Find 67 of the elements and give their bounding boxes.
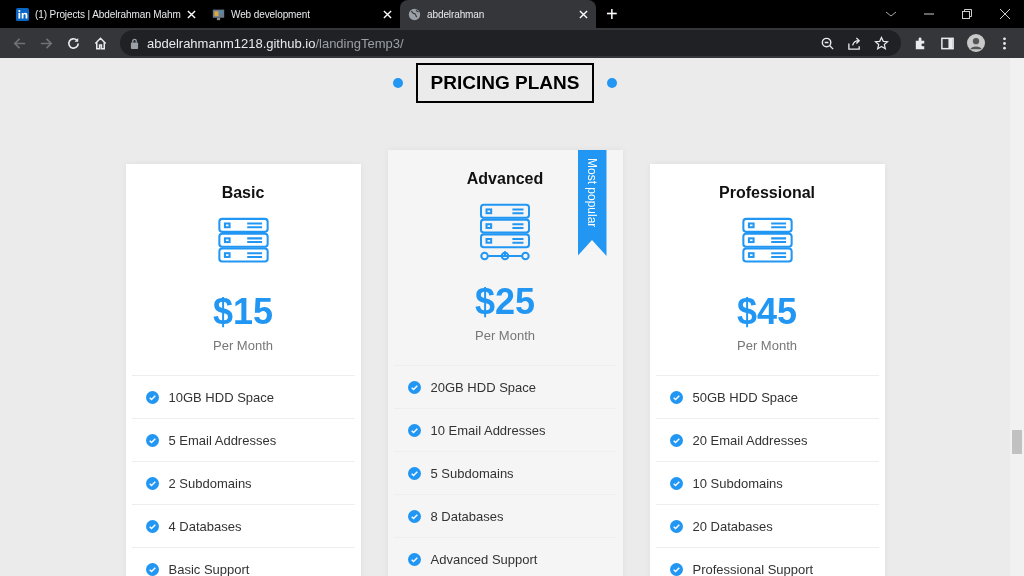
- plan-feature: 8 Databases: [430, 508, 504, 524]
- server-icon: [479, 203, 531, 251]
- plan-feature: Advanced Support: [430, 551, 538, 567]
- browser-tab[interactable]: Web development: [204, 0, 400, 28]
- plan-feature: 50GB HDD Space: [692, 389, 798, 405]
- lock-icon: [130, 37, 139, 49]
- check-icon: [407, 552, 421, 566]
- tab-title: Web development: [231, 8, 311, 20]
- check-icon: [669, 519, 683, 533]
- tab-title: (1) Projects | Abdelrahman Mahm: [35, 8, 181, 20]
- new-tab-button[interactable]: +: [606, 4, 618, 24]
- linkedin-icon: [16, 7, 29, 21]
- check-icon: [145, 519, 159, 533]
- plan-feature: 2 Subdomains: [168, 475, 252, 491]
- check-icon: [407, 380, 421, 394]
- plan-name: Basic: [221, 184, 265, 203]
- plan-feature: 20 Databases: [692, 518, 773, 534]
- home-icon[interactable]: [93, 35, 108, 51]
- scrollbar-thumb[interactable]: [1012, 430, 1022, 454]
- check-icon: [145, 433, 159, 447]
- plan-price: $15: [212, 291, 274, 333]
- plan-feature: Basic Support: [168, 561, 250, 576]
- address-bar[interactable]: abdelrahmanm1218.github.io/landingTemp3/: [120, 30, 901, 56]
- check-icon: [669, 433, 683, 447]
- plan-name: Professional: [719, 184, 815, 203]
- plan-feature: 5 Subdomains: [430, 465, 514, 481]
- check-icon: [407, 466, 421, 480]
- section-title: PRICING PLANS: [415, 63, 595, 103]
- plan-feature: Professional Support: [692, 561, 814, 576]
- browser-tab[interactable]: (1) Projects | Abdelrahman Mahm: [8, 0, 204, 28]
- check-icon: [145, 476, 159, 490]
- check-icon: [407, 423, 421, 437]
- plan-price: $45: [736, 291, 798, 333]
- side-panel-icon[interactable]: [940, 35, 955, 51]
- heading-dot: [392, 78, 403, 88]
- browser-tab[interactable]: abdelrahman: [400, 0, 596, 28]
- share-icon[interactable]: [847, 35, 862, 51]
- plan-feature: 20GB HDD Space: [430, 379, 536, 395]
- check-icon: [407, 509, 421, 523]
- plan-name: Advanced: [466, 170, 544, 189]
- ribbon: Most popular: [577, 150, 607, 256]
- avatar-icon[interactable]: [967, 34, 985, 52]
- plan-feature: 20 Email Addresses: [692, 432, 808, 448]
- billing-period: Per Month: [475, 328, 535, 343]
- check-icon: [669, 476, 683, 490]
- heading-dot: [607, 78, 618, 88]
- tab-title: abdelrahman: [427, 8, 486, 20]
- restore-icon[interactable]: [961, 8, 973, 20]
- plan-price: $25: [474, 281, 536, 323]
- thumbnail-icon: [212, 7, 225, 21]
- globe-icon: [408, 7, 421, 21]
- billing-period: Per Month: [213, 338, 273, 353]
- check-icon: [145, 390, 159, 404]
- reload-icon[interactable]: [66, 35, 81, 51]
- check-icon: [669, 390, 683, 404]
- zoom-icon[interactable]: [820, 35, 835, 51]
- plan-feature: 10 Email Addresses: [430, 422, 546, 438]
- url-text: abdelrahmanm1218.github.io/landingTemp3/: [147, 35, 404, 51]
- plan-feature: 5 Email Addresses: [168, 432, 277, 448]
- plan-feature: 10 Subdomains: [692, 475, 783, 491]
- scrollbar[interactable]: [1010, 58, 1024, 576]
- plan-feature: 4 Databases: [168, 518, 242, 534]
- plan-feature: 10GB HDD Space: [168, 389, 274, 405]
- close-icon[interactable]: [999, 8, 1011, 20]
- billing-period: Per Month: [737, 338, 797, 353]
- network-icon: [479, 251, 531, 261]
- star-icon[interactable]: [874, 35, 889, 51]
